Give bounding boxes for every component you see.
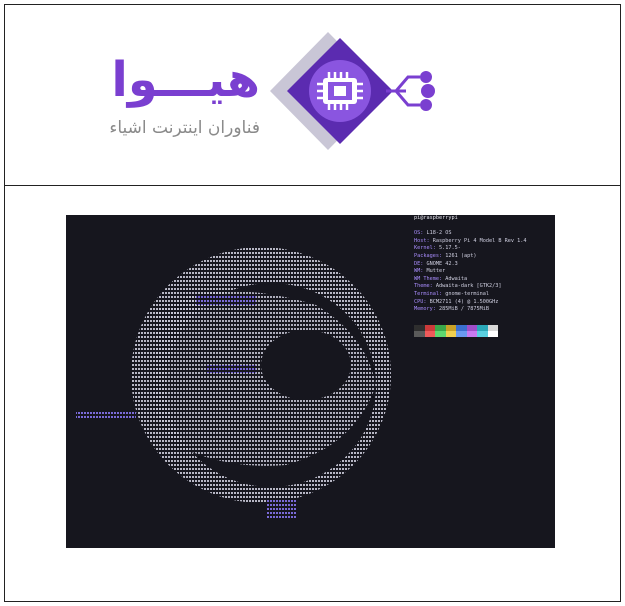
info-row: Kernel: 5.17.5- [414, 245, 461, 252]
info-row: Terminal: gnome-terminal [414, 290, 489, 297]
color-swatch [435, 331, 446, 337]
hiva-logo-icon [270, 32, 435, 150]
terminal-screenshot: pi@raspberrypi OS: L18-2 OS Host: Raspbe… [66, 215, 555, 548]
info-row: Theme: Adwaita-dark [GTK2/3] [414, 283, 502, 290]
info-row: OS: L18-2 OS [414, 230, 452, 237]
raspberry-ascii-art-icon [76, 247, 391, 520]
info-row: WM: Mutter [414, 268, 446, 275]
color-swatch [477, 331, 488, 337]
logo-title: هیـــوا [111, 52, 260, 108]
system-info: pi@raspberrypi OS: L18-2 OS Host: Raspbe… [414, 215, 554, 314]
info-row: Packages: 1261 (apt) [414, 252, 477, 259]
table-divider [4, 185, 621, 186]
color-swatch [487, 331, 498, 337]
palette-row-bright [414, 331, 498, 337]
info-row: DE: GNOME 42.3 [414, 260, 458, 267]
host-line: pi@raspberrypi [414, 215, 458, 221]
logo-subtitle: فناوران اینترنت اشیاء [109, 118, 260, 138]
color-palette [414, 325, 498, 337]
color-swatch [456, 331, 467, 337]
color-swatch [414, 331, 425, 337]
info-row: Memory: 285MiB / 7875MiB [414, 306, 489, 313]
info-row: Host: Raspberry Pi 4 Model B Rev 1.4 [414, 237, 527, 244]
color-swatch [445, 331, 456, 337]
color-swatch [424, 331, 435, 337]
color-swatch [466, 331, 477, 337]
info-row: WM Theme: Adwaita [414, 275, 468, 282]
info-row: CPU: BCM2711 (4) @ 1.500GHz [414, 298, 499, 305]
